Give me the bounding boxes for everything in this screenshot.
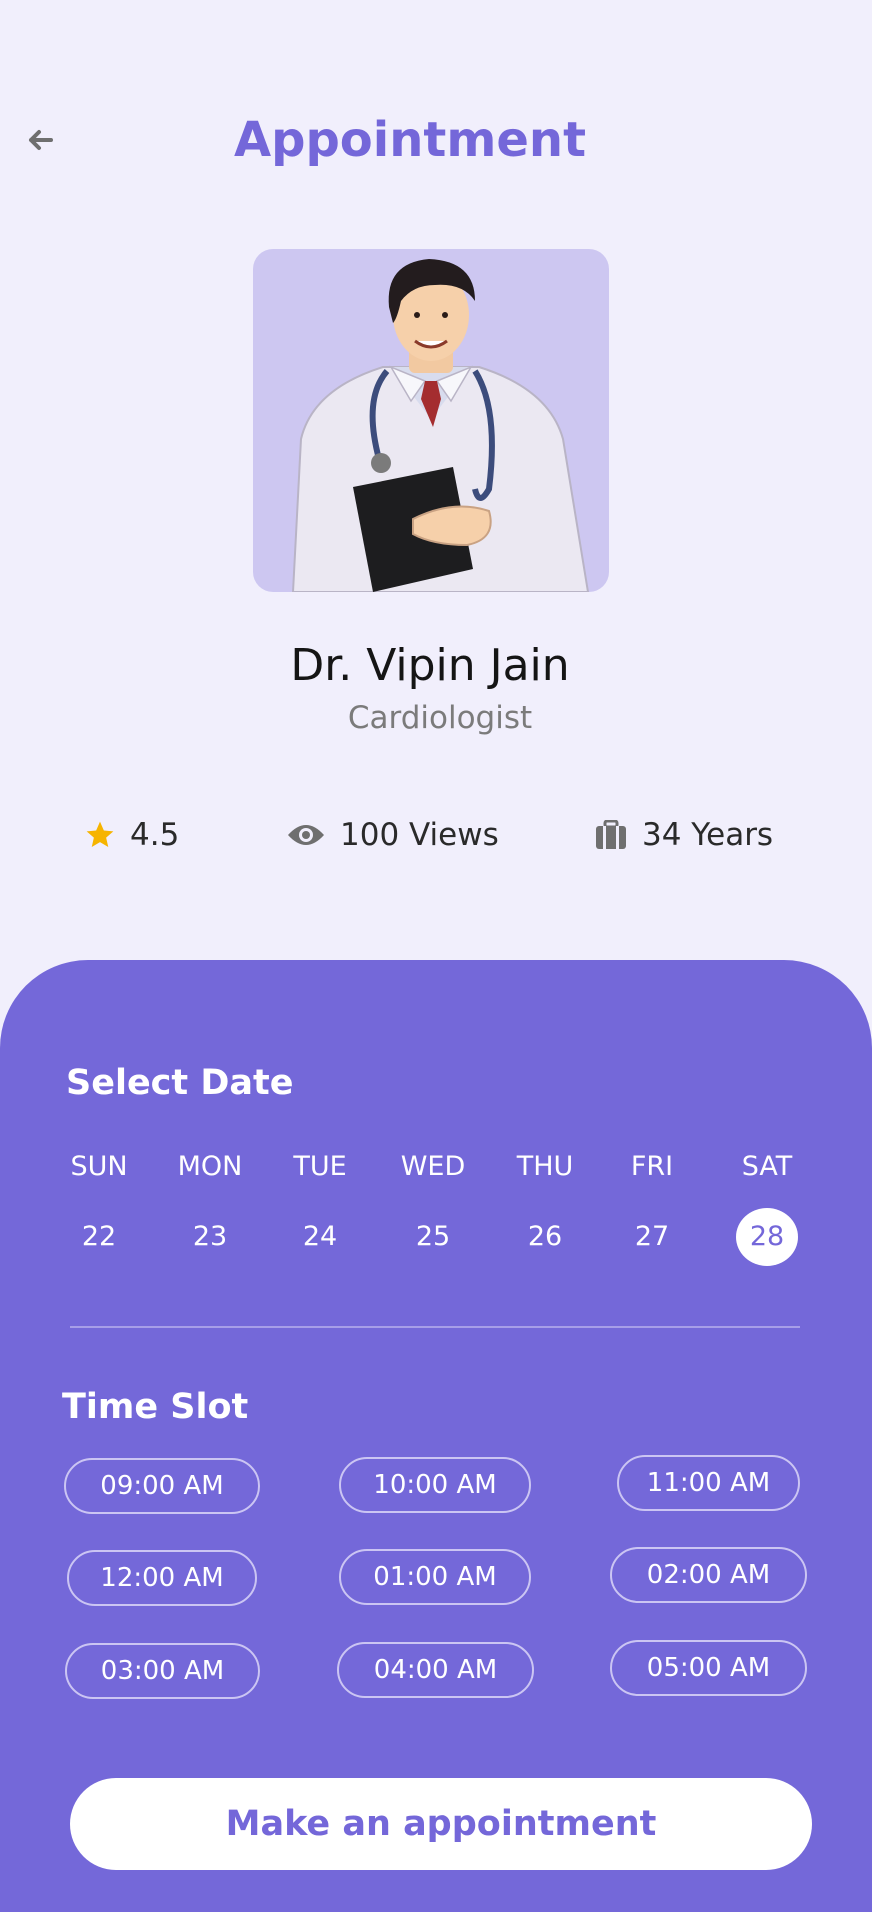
day-sat: SAT 28: [717, 1150, 817, 1266]
time-slot-0300[interactable]: 03:00 AM: [65, 1643, 260, 1699]
day-name: THU: [516, 1151, 574, 1182]
doctor-photo: [253, 249, 609, 592]
date-22[interactable]: 22: [68, 1208, 130, 1266]
time-slot-1200[interactable]: 12:00 AM: [67, 1550, 257, 1606]
time-slot-0200[interactable]: 02:00 AM: [610, 1547, 807, 1603]
page-title: Appointment: [233, 112, 587, 168]
rating-stat: 4.5: [84, 812, 179, 858]
date-26[interactable]: 26: [514, 1208, 576, 1266]
day-name: SAT: [741, 1151, 793, 1182]
date-25[interactable]: 25: [402, 1208, 464, 1266]
time-slot-0400[interactable]: 04:00 AM: [337, 1642, 534, 1698]
experience-stat: 34 Years: [594, 812, 773, 858]
views-stat: 100 Views: [286, 812, 499, 858]
views-value: 100 Views: [340, 817, 499, 853]
experience-value: 34 Years: [642, 817, 774, 853]
time-slot-title: Time Slot: [62, 1387, 249, 1427]
day-mon: MON 23: [160, 1150, 260, 1266]
header: Appointment: [0, 100, 872, 180]
day-name: WED: [400, 1151, 466, 1182]
star-icon: [86, 821, 114, 847]
date-24[interactable]: 24: [289, 1208, 351, 1266]
schedule-panel: Select Date SUN 22 MON 23 TUE 24 WED 25 …: [0, 960, 872, 1912]
rating-value: 4.5: [130, 817, 180, 853]
doctor-specialty: Cardiologist: [347, 700, 533, 736]
date-23[interactable]: 23: [179, 1208, 241, 1266]
day-fri: FRI 27: [602, 1150, 702, 1266]
select-date-title: Select Date: [66, 1063, 294, 1103]
day-name: FRI: [630, 1151, 674, 1182]
date-27[interactable]: 27: [621, 1208, 683, 1266]
divider: [70, 1326, 800, 1328]
day-sun: SUN 22: [49, 1150, 149, 1266]
date-28-selected[interactable]: 28: [736, 1208, 798, 1266]
day-wed: WED 25: [383, 1150, 483, 1266]
make-appointment-button[interactable]: Make an appointment: [70, 1778, 812, 1870]
time-slot-0500[interactable]: 05:00 AM: [610, 1640, 807, 1696]
day-thu: THU 26: [495, 1150, 595, 1266]
briefcase-icon: [596, 820, 626, 849]
day-tue: TUE 24: [270, 1150, 370, 1266]
time-slot-1100[interactable]: 11:00 AM: [617, 1455, 800, 1511]
time-slot-1000[interactable]: 10:00 AM: [339, 1457, 531, 1513]
day-name: MON: [177, 1151, 243, 1182]
day-name: SUN: [70, 1151, 128, 1182]
day-name: TUE: [293, 1151, 347, 1182]
eye-icon: [288, 825, 324, 845]
time-slot-0100[interactable]: 01:00 AM: [339, 1549, 531, 1605]
time-slot-0900[interactable]: 09:00 AM: [64, 1458, 260, 1514]
doctor-name: Dr. Vipin Jain: [290, 640, 570, 691]
